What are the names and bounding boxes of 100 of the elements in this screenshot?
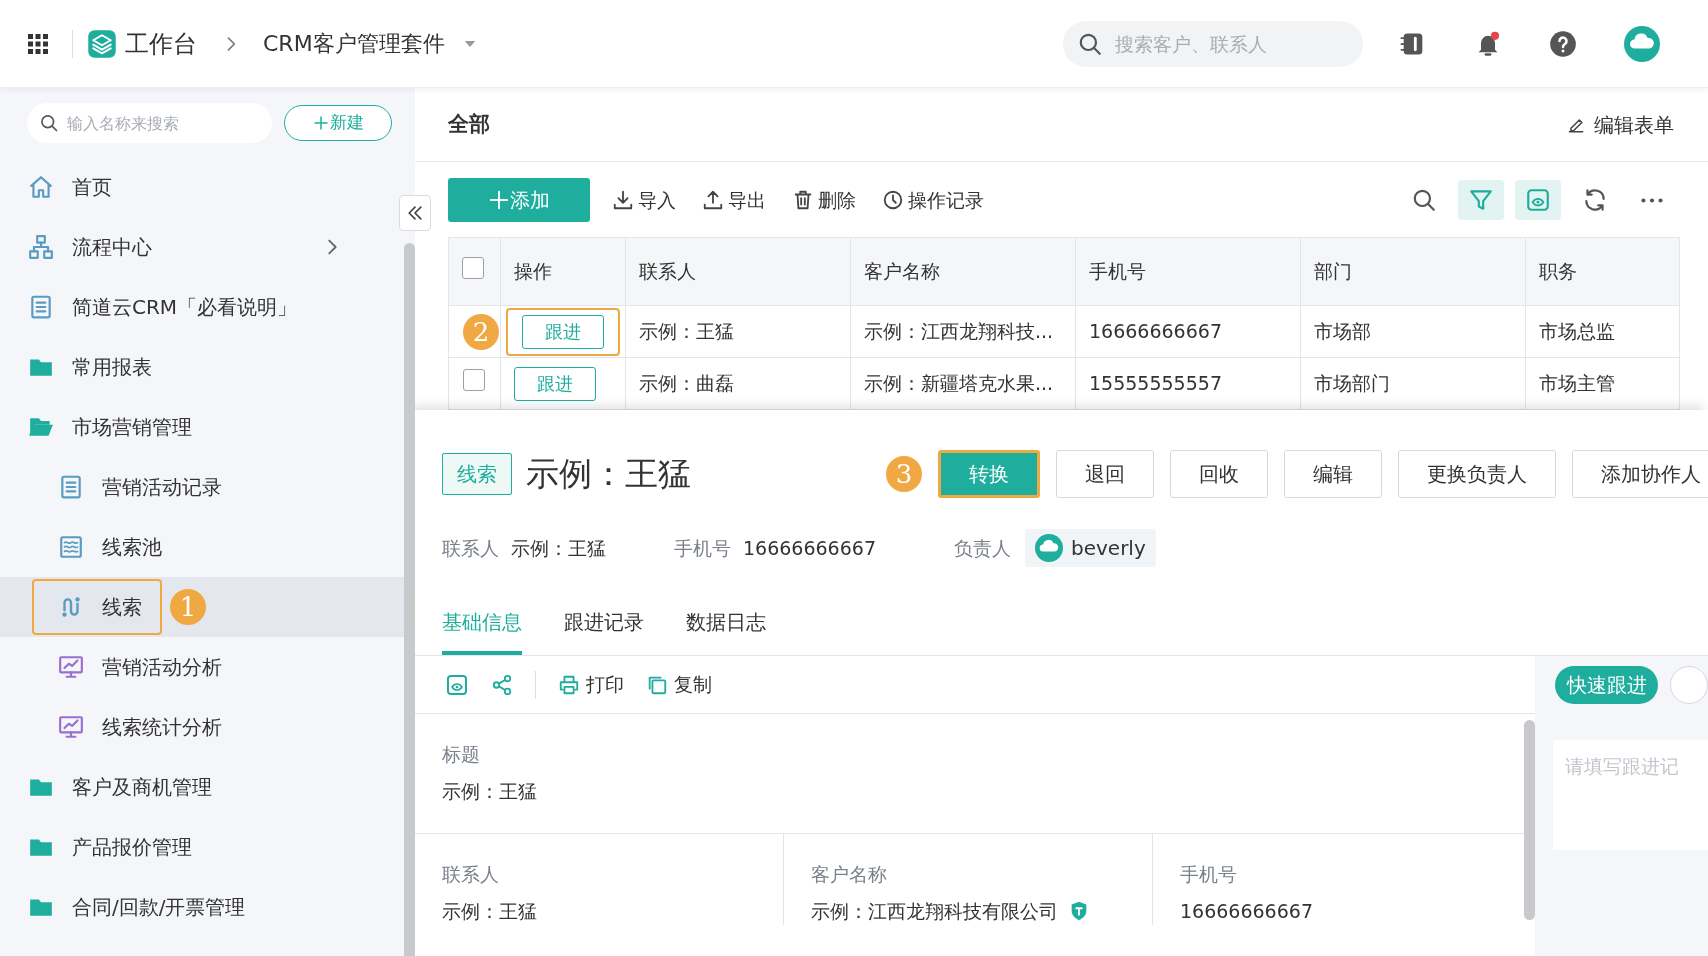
record-title: 示例：王猛 [526,453,691,496]
app-grid-icon[interactable] [26,31,50,56]
column-header[interactable]: 客户名称 [850,237,1076,306]
sidebar-item[interactable]: 客户及商机管理 [24,759,228,815]
field-value: 示例：王猛 [442,778,538,804]
toolbar-button[interactable]: 导入 [612,185,676,215]
table-cell: 市场主管 [1525,357,1680,410]
page-title: 全部 [448,110,490,138]
toolbar-button[interactable]: 复制 [646,670,712,699]
sidebar-item[interactable]: 简道云CRM「必看说明」 [24,279,314,335]
column-header[interactable]: 操作 [500,237,626,306]
status-tag: 线索 [442,453,512,495]
presentation-chart-icon [58,654,84,680]
column-header[interactable]: 职务 [1525,237,1680,306]
table-cell: 市场总监 [1525,305,1680,358]
search-field[interactable]: 输入名称来搜索 [27,103,272,143]
action-button[interactable]: 退回 [1056,450,1154,498]
column-header[interactable]: 联系人 [625,237,851,306]
table-cell: 16666666667 [1075,305,1301,358]
field-label: 客户名称 [811,862,888,887]
document-icon [28,294,54,320]
field-label: 手机号 [1180,862,1238,887]
table-cell: 15555555557 [1075,357,1301,410]
field-value: 示例：王猛 [442,898,537,924]
note-field[interactable]: 请填写跟进记 [1553,740,1708,850]
checkbox[interactable] [463,368,485,391]
table-cell: 示例：江西龙翔科技... [850,305,1076,358]
callout-badge: 2 [463,313,499,350]
refresh-icon [1582,187,1608,213]
tab[interactable]: 跟进记录 [564,607,644,655]
download-icon [612,189,634,211]
field-value: 16666666667 [743,535,876,561]
view-icon[interactable] [445,672,469,697]
field-label: 负责人 [954,535,1011,561]
action-button[interactable]: 添加协作人 [1572,450,1708,498]
sidebar-item[interactable]: 线索统计分析 [32,699,238,755]
more-icon [1641,197,1663,203]
sidebar-item[interactable]: 常用报表 [24,339,168,395]
scrollbar[interactable] [404,243,415,956]
sidebar-item[interactable]: 线索池 [32,519,178,575]
field-label: 联系人 [442,862,500,887]
callout-badge: 1 [170,589,206,625]
toolbar-button[interactable]: 操作记录 [882,185,984,215]
field-value: 16666666667 [1180,898,1313,924]
clock-icon [882,189,904,211]
app-title[interactable]: 工作台 [125,25,197,62]
help-icon[interactable] [1549,29,1577,58]
sidebar-item[interactable]: 产品报价管理 [24,819,208,875]
sidebar-item[interactable]: 合同/回款/开票管理 [24,879,262,935]
action-button[interactable]: 编辑 [1284,450,1382,498]
field-label: 标题 [442,742,481,767]
callout-badge: 3 [886,456,922,492]
toolbar-button[interactable]: 导出 [702,185,766,215]
sidebar-item[interactable]: 营销活动分析 [32,639,238,695]
document-icon [58,474,84,500]
sidebar-item[interactable]: 线索 [32,579,162,635]
field-label: 联系人 [442,535,499,561]
plus-icon [488,189,510,211]
toggle-button[interactable] [1670,666,1708,704]
toolbar-button[interactable]: 打印 [558,670,624,699]
sidebar-item[interactable]: 首页 [24,159,128,215]
column-header[interactable]: 部门 [1300,237,1526,306]
view-icon [1525,187,1551,213]
table-cell: 示例：王猛 [625,305,851,358]
hierarchy-icon [28,234,54,260]
stack-logo-icon [87,28,117,59]
sidebar-item[interactable]: 营销活动记录 [32,459,238,515]
plus-icon [312,114,330,132]
filter-icon [1468,187,1494,213]
table-cell: 示例：新疆塔克水果... [850,357,1076,410]
presentation-chart-icon [58,714,84,740]
table-cell: 示例：曲磊 [625,357,851,410]
checkbox[interactable] [462,256,484,279]
action-button[interactable]: 回收 [1170,450,1268,498]
owner-chip[interactable]: beverly [1025,529,1156,567]
toolbar-button[interactable]: 删除 [792,185,856,215]
column-header[interactable]: 手机号 [1075,237,1301,306]
table-cell: 市场部门 [1300,357,1526,410]
home-icon [28,174,54,200]
scrollbar[interactable] [1524,720,1535,920]
share-icon[interactable] [491,673,513,696]
cloud-avatar-icon [1035,534,1063,562]
trash-icon [792,189,814,211]
wave-document-icon [58,534,84,560]
upload-icon [702,189,724,211]
search-field[interactable]: 搜索客户、联系人 [1063,20,1363,67]
sidebar-item[interactable]: 市场营销管理 [24,399,208,455]
suite-title[interactable]: CRM客户管理套件 [263,27,445,60]
edit-form-link[interactable]: 编辑表单 [1566,109,1674,140]
printer-icon [558,673,580,696]
search-icon [1411,187,1437,213]
user-avatar-icon[interactable] [1624,25,1660,62]
tab[interactable]: 数据日志 [686,607,766,655]
sidebar-item[interactable]: 流程中心 [24,219,168,275]
action-button[interactable]: 更换负责人 [1398,450,1556,498]
collapse-button[interactable] [399,195,431,231]
field-label: 手机号 [674,535,731,561]
field-value: 示例：王猛 [511,535,606,561]
table-cell: 市场部 [1300,305,1526,358]
field-value: 示例：江西龙翔科技有限公司 [811,898,1058,924]
